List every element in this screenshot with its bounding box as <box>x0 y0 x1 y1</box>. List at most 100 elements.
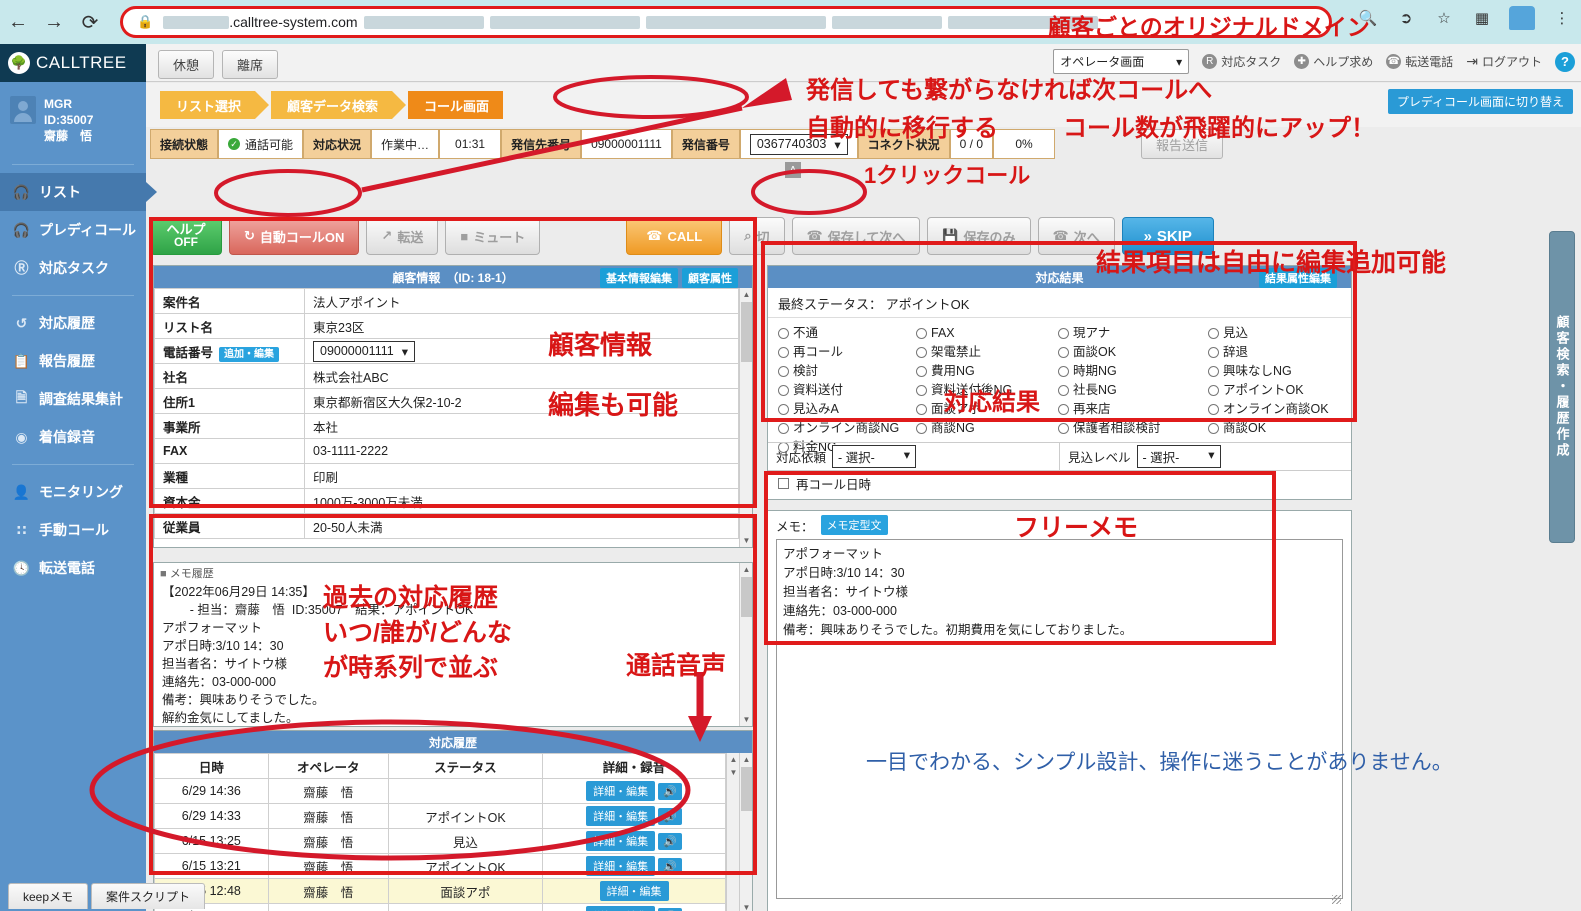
scroll-thumb[interactable] <box>741 302 752 362</box>
breadcrumb-item-1[interactable]: 顧客データ検索 <box>271 91 392 119</box>
breadcrumb-item-2[interactable]: コール画面 <box>408 91 503 119</box>
table-row[interactable]: 6/15 13:21齋藤 悟アポイントOK詳細・編集🔊 <box>155 854 726 879</box>
star-icon[interactable]: ☆ <box>1433 7 1455 29</box>
sidebar-item-11[interactable]: 🕓転送電話 <box>0 549 146 587</box>
radio-icon[interactable] <box>778 423 789 434</box>
detail-edit-button[interactable]: 詳細・編集 <box>586 831 655 851</box>
detail-edit-button[interactable]: 詳細・編集 <box>586 806 655 826</box>
result-option[interactable]: 商談OK <box>1208 419 1351 437</box>
customer-row-value[interactable]: 09000001111▾ <box>305 339 739 364</box>
action-button-7[interactable]: 💾保存のみ <box>927 217 1030 255</box>
detail-edit-button[interactable]: 詳細・編集 <box>586 856 655 876</box>
action-button-0[interactable]: ヘルプOFF <box>150 217 222 255</box>
customer-search-history-tab[interactable]: 顧客検索・履歴作成 <box>1549 231 1575 543</box>
result-option[interactable]: 興味なしNG <box>1208 362 1351 380</box>
scroll-up-icon[interactable]: ▲ <box>740 753 753 766</box>
sidebar-item-9[interactable]: 👤モニタリング <box>0 473 146 511</box>
radio-icon[interactable] <box>1058 328 1069 339</box>
level-select[interactable]: - 選択- ▾ <box>1137 445 1221 468</box>
scroll-thumb[interactable] <box>741 767 752 811</box>
radio-icon[interactable] <box>1208 385 1219 396</box>
share-icon[interactable]: ➲ <box>1395 7 1417 29</box>
radio-icon[interactable] <box>778 347 789 358</box>
result-option[interactable]: オンライン商談NG <box>778 419 916 437</box>
result-option[interactable]: 現アナ <box>1058 324 1208 342</box>
customer-panel-scrollbar[interactable]: ▲ ▼ <box>739 288 752 547</box>
result-option[interactable]: 時期NG <box>1058 362 1208 380</box>
radio-icon[interactable] <box>778 366 789 377</box>
scroll-down-icon[interactable]: ▼ <box>740 534 753 547</box>
memo-resize-grip[interactable] <box>1332 895 1341 904</box>
result-option[interactable]: 検討 <box>778 362 916 380</box>
memo-textarea[interactable]: アポフォーマット アポ日時:3/10 14：30 担当者名：サイトウ様 連絡先：… <box>776 539 1343 899</box>
sidebar-item-4[interactable]: ↺対応履歴 <box>0 304 146 342</box>
rest-button[interactable]: 休憩 <box>158 50 214 79</box>
speaker-icon[interactable]: 🔊 <box>658 833 682 850</box>
toplink-transfer[interactable]: ☎ 転送電話 <box>1386 53 1453 70</box>
result-option[interactable]: オンライン商談OK <box>1208 400 1351 418</box>
reload-icon[interactable]: ⟳ <box>72 4 108 40</box>
radio-icon[interactable] <box>916 328 927 339</box>
sidebar-item-6[interactable]: 🗎調査結果集計 <box>0 380 146 418</box>
history-pager-scrollbar[interactable]: ▲ ▼ <box>726 753 739 911</box>
result-option[interactable]: 見込 <box>1208 324 1351 342</box>
result-option[interactable]: 費用NG <box>916 362 1058 380</box>
edit-basic-info-button[interactable]: 基本情報編集 <box>600 268 678 288</box>
radio-icon[interactable] <box>1208 328 1219 339</box>
radio-icon[interactable] <box>916 366 927 377</box>
sidebar-item-2[interactable]: Ⓡ対応タスク <box>0 249 146 287</box>
table-row[interactable]: 6/29 14:33齋藤 悟アポイントOK詳細・編集🔊 <box>155 804 726 829</box>
sidebar-item-0[interactable]: 🎧リスト <box>0 173 146 211</box>
scroll-thumb[interactable] <box>741 577 752 617</box>
speaker-icon[interactable]: 🔊 <box>658 783 682 800</box>
sidebar-item-5[interactable]: 📋報告履歴 <box>0 342 146 380</box>
radio-icon[interactable] <box>916 347 927 358</box>
detail-edit-button[interactable]: 詳細・編集 <box>586 906 655 911</box>
radio-icon[interactable] <box>778 328 789 339</box>
radio-icon[interactable] <box>778 385 789 396</box>
sidebar-item-1[interactable]: 🎧プレディコール <box>0 211 146 249</box>
result-option[interactable]: 再来店 <box>1058 400 1208 418</box>
table-row[interactable]: 6/15 12:48齋藤 悟面談アポ詳細・編集 <box>155 879 726 904</box>
radio-icon[interactable] <box>1058 385 1069 396</box>
toplink-logout[interactable]: ⇥ ログアウト <box>1466 53 1542 70</box>
radio-icon[interactable] <box>1058 347 1069 358</box>
detail-edit-button[interactable]: 詳細・編集 <box>600 881 669 901</box>
table-row[interactable]: 6/15 13:25齋藤 悟見込詳細・編集🔊 <box>155 829 726 854</box>
sidebar-item-10[interactable]: ∷手動コール <box>0 511 146 549</box>
radio-icon[interactable] <box>916 404 927 415</box>
switch-to-predictive-button[interactable]: プレディコール画面に切り替え <box>1388 89 1573 114</box>
radio-icon[interactable] <box>778 404 789 415</box>
result-option[interactable]: アポイントOK <box>1208 381 1351 399</box>
radio-icon[interactable] <box>1208 423 1219 434</box>
memo-history-scrollbar[interactable]: ▲ ▼ <box>739 563 752 726</box>
speaker-icon[interactable]: 🔊 <box>658 808 682 825</box>
radio-icon[interactable] <box>1208 347 1219 358</box>
phone-number-select[interactable]: 09000001111▾ <box>313 341 415 362</box>
bottom-tab-script[interactable]: 案件スクリプト <box>91 883 205 909</box>
action-button-5[interactable]: ⌕切 <box>729 217 784 255</box>
result-option[interactable]: FAX <box>916 324 1058 342</box>
result-option[interactable]: 辞退 <box>1208 343 1351 361</box>
customer-attribute-button[interactable]: 顧客属性 <box>682 268 738 288</box>
radio-icon[interactable] <box>1208 366 1219 377</box>
result-option[interactable]: 社長NG <box>1058 381 1208 399</box>
result-option[interactable]: 架電禁止 <box>916 343 1058 361</box>
scroll-up-icon[interactable]: ▲ <box>740 563 753 576</box>
radio-icon[interactable] <box>1058 366 1069 377</box>
radio-icon[interactable] <box>1058 423 1069 434</box>
result-option[interactable]: 見込みA <box>778 400 916 418</box>
result-option[interactable]: 保護者相談検討 <box>1058 419 1208 437</box>
result-option[interactable]: 再コール <box>778 343 916 361</box>
radio-icon[interactable] <box>1058 404 1069 415</box>
action-button-3[interactable]: ■ミュート <box>445 217 540 255</box>
side-panel-icon[interactable]: ▦ <box>1471 7 1493 29</box>
scroll-up-icon[interactable]: ▲ <box>740 288 753 301</box>
result-option[interactable]: 不通 <box>778 324 916 342</box>
profile-avatar[interactable] <box>1509 6 1535 30</box>
result-option[interactable]: 資料送付 <box>778 381 916 399</box>
question-mark-icon[interactable]: ? <box>1555 52 1575 72</box>
detail-edit-button[interactable]: 詳細・編集 <box>586 781 655 801</box>
result-option[interactable]: 商談NG <box>916 419 1058 437</box>
recall-checkbox[interactable] <box>778 478 789 489</box>
